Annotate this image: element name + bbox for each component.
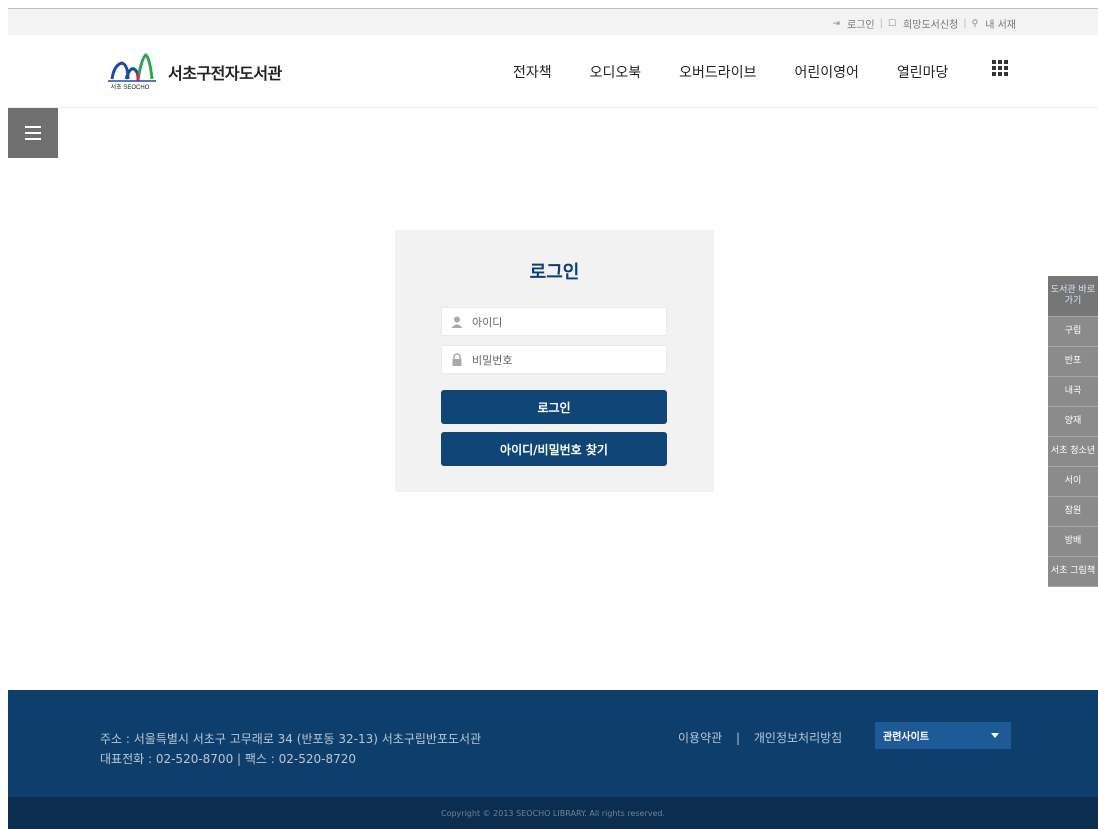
site-title[interactable]: 서초구전자도서관 bbox=[168, 60, 282, 84]
copyright-text: Copyright © 2013 SEOCHO LIBRARY. All rig… bbox=[440, 808, 666, 818]
wish-book-link[interactable]: 희망도서신청 bbox=[903, 16, 958, 31]
nav-item-overdrive[interactable]: 오버드라이브 bbox=[679, 62, 756, 82]
terms-link[interactable]: 이용약관 bbox=[678, 731, 722, 745]
nav-item-open-forum[interactable]: 열린마당 bbox=[897, 62, 949, 82]
related-sites-select[interactable]: 관련사이트 bbox=[875, 722, 1011, 749]
id-placeholder: 아이디 bbox=[472, 315, 503, 329]
hamburger-menu-button[interactable] bbox=[8, 108, 58, 158]
lock-icon bbox=[452, 353, 462, 366]
password-field[interactable]: 비밀번호 bbox=[441, 345, 667, 374]
nav-item-audiobook[interactable]: 오디오북 bbox=[590, 62, 642, 82]
chevron-down-icon bbox=[991, 733, 999, 738]
main-nav: 전자책 오디오북 오버드라이브 어린이영어 열린마당 bbox=[513, 62, 986, 82]
footer-address-block: 주소 : 서울특별시 서초구 고무래로 34 (반포동 32-13) 서초구립반… bbox=[100, 729, 481, 769]
login-button[interactable]: 로그인 bbox=[441, 390, 667, 424]
divider: | bbox=[963, 18, 967, 29]
grid-menu-icon[interactable] bbox=[992, 60, 1010, 76]
footer-address: 주소 : 서울특별시 서초구 고무래로 34 (반포동 32-13) 서초구립반… bbox=[100, 732, 482, 746]
my-library-link[interactable]: 내 서재 bbox=[985, 16, 1016, 31]
find-id-password-button[interactable]: 아이디/비밀번호 찾기 bbox=[441, 432, 667, 466]
quick-item-guri[interactable]: 구립 bbox=[1048, 317, 1098, 347]
library-logo[interactable]: 서초 SEOCHO bbox=[100, 51, 160, 91]
nav-item-ebook[interactable]: 전자책 bbox=[513, 62, 552, 82]
quick-item-yangjae[interactable]: 양재 bbox=[1048, 407, 1098, 437]
id-field[interactable]: 아이디 bbox=[441, 307, 667, 336]
login-panel: 로그인 아이디 비밀번호 로그인 아이디/비밀번호 찾기 bbox=[395, 230, 714, 492]
nav-item-kids-english[interactable]: 어린이영어 bbox=[794, 62, 858, 82]
top-utility-bar: ⇥ 로그인 | ☐ 희망도서신청 | ⚲ 내 서재 bbox=[8, 8, 1098, 35]
footer-links: 이용약관 | 개인정보처리방침 bbox=[678, 729, 842, 746]
utility-links: ⇥ 로그인 | ☐ 희망도서신청 | ⚲ 내 서재 bbox=[832, 16, 1016, 31]
login-icon: ⇥ bbox=[832, 18, 840, 29]
privacy-link[interactable]: 개인정보처리방침 bbox=[754, 731, 842, 745]
divider: | bbox=[879, 18, 883, 29]
book-icon: ☐ bbox=[887, 18, 897, 29]
footer-divider: | bbox=[736, 731, 741, 745]
top-login-link[interactable]: 로그인 bbox=[847, 16, 875, 31]
footer-phone: 대표전화 : 02-520-8700 | 팩스 : 02-520-8720 bbox=[100, 752, 357, 766]
related-sites-label: 관련사이트 bbox=[883, 732, 929, 743]
library-quick-menu: 도서관 바로가기 구립 반포 내곡 양재 서초 청소년 서이 잠원 방배 서초 … bbox=[1048, 276, 1098, 587]
user-icon: ⚲ bbox=[971, 18, 979, 29]
menu-icon-line bbox=[25, 132, 41, 134]
quick-item-jamwon[interactable]: 잠원 bbox=[1048, 497, 1098, 527]
quick-item-seoi[interactable]: 서이 bbox=[1048, 467, 1098, 497]
menu-icon-line bbox=[25, 126, 41, 128]
quick-item-seocho-youth[interactable]: 서초 청소년 bbox=[1048, 437, 1098, 467]
quick-item-bangbae[interactable]: 방배 bbox=[1048, 527, 1098, 557]
quick-menu-heading: 도서관 바로가기 bbox=[1048, 276, 1098, 317]
footer: 주소 : 서울특별시 서초구 고무래로 34 (반포동 32-13) 서초구립반… bbox=[8, 690, 1098, 797]
user-icon bbox=[451, 316, 463, 328]
quick-item-seocho-picturebook[interactable]: 서초 그림책 bbox=[1048, 557, 1098, 587]
header: 서초 SEOCHO 서초구전자도서관 전자책 오디오북 오버드라이브 어린이영어… bbox=[8, 35, 1098, 108]
svg-text:서초 SEOCHO: 서초 SEOCHO bbox=[111, 83, 150, 91]
quick-item-naegok[interactable]: 내곡 bbox=[1048, 377, 1098, 407]
quick-item-banpo[interactable]: 반포 bbox=[1048, 347, 1098, 377]
login-title: 로그인 bbox=[529, 262, 580, 283]
copyright-bar: Copyright © 2013 SEOCHO LIBRARY. All rig… bbox=[8, 797, 1098, 829]
password-placeholder: 비밀번호 bbox=[472, 353, 513, 367]
page: ⇥ 로그인 | ☐ 희망도서신청 | ⚲ 내 서재 서초 SEOCHO 서초구전… bbox=[8, 0, 1098, 829]
menu-icon-line bbox=[25, 138, 41, 140]
